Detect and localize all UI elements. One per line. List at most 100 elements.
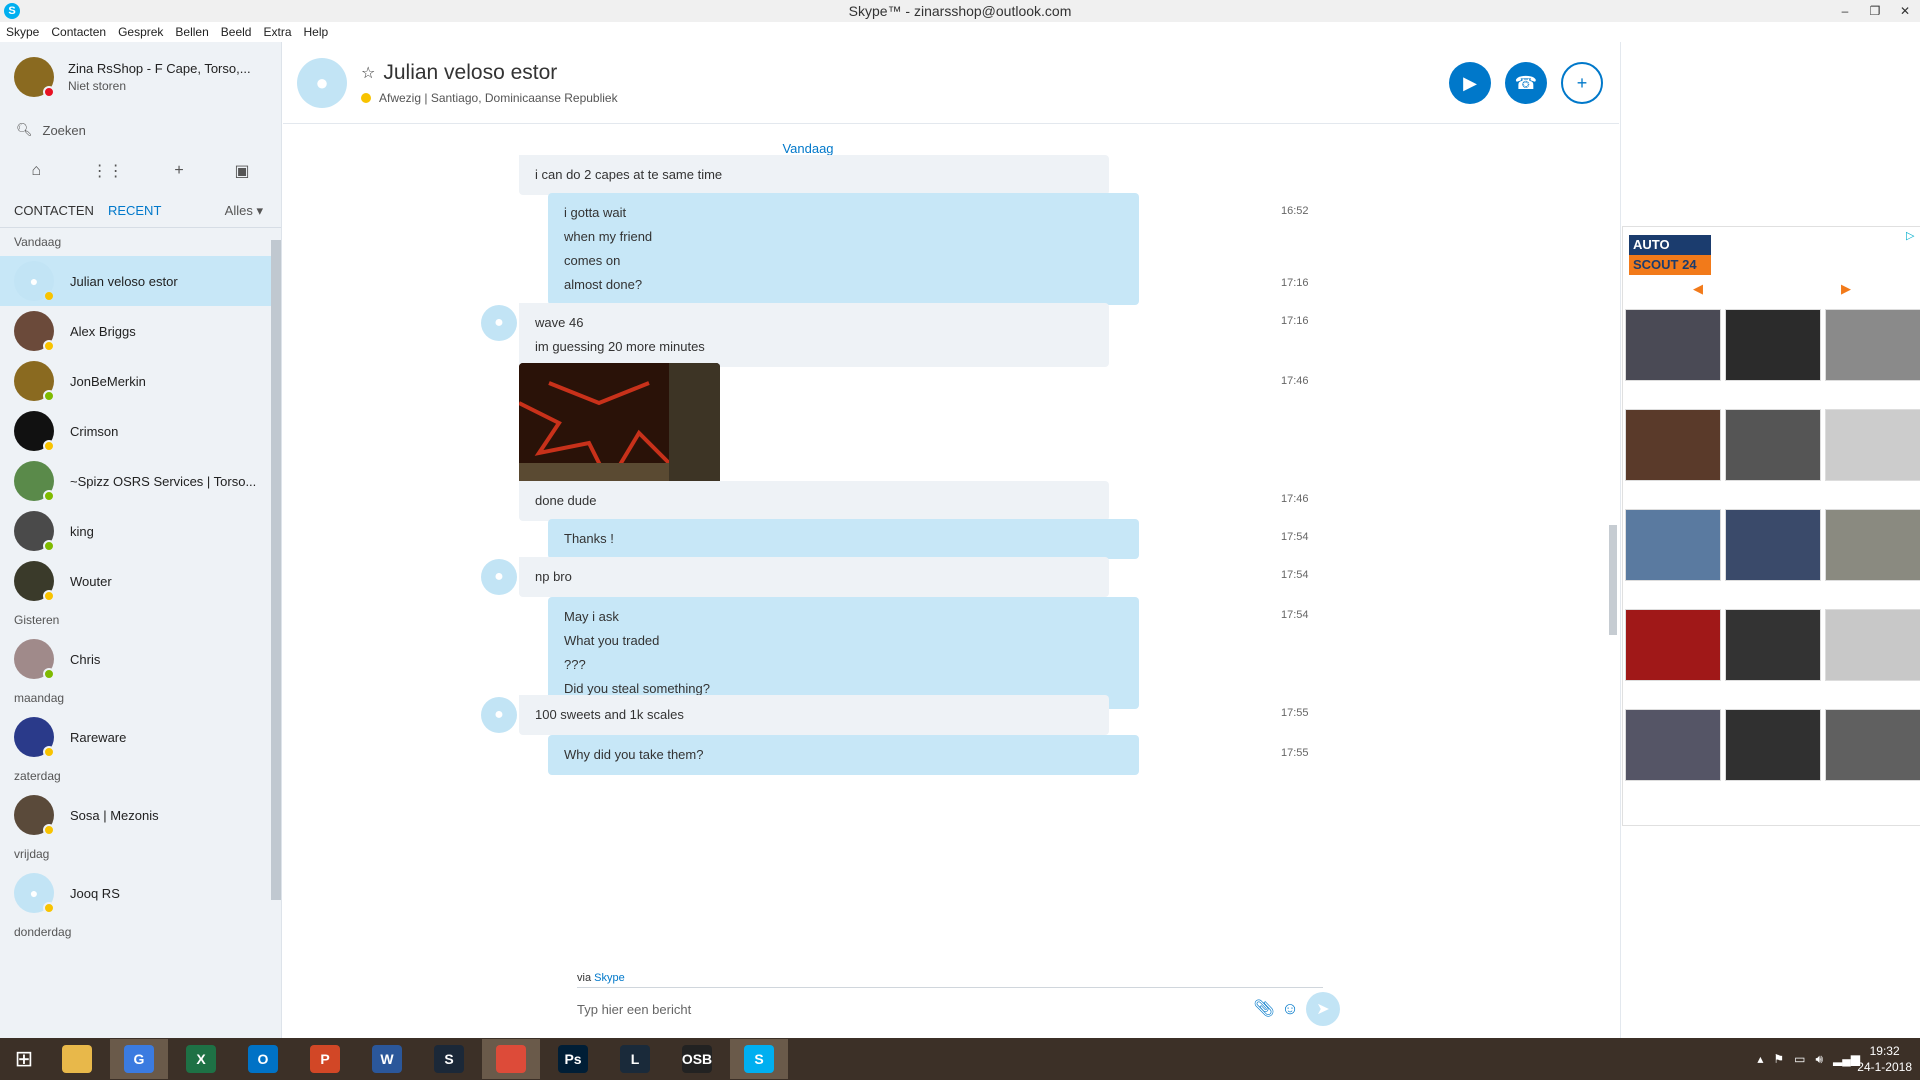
recent-contact-item[interactable]: Rareware [0,712,281,762]
ad-prev-arrow-icon[interactable]: ◀ [1693,281,1703,297]
car-listing-thumbnail[interactable] [1725,509,1821,581]
volume-icon[interactable]: 🔊︎ [1815,1052,1823,1067]
message-input[interactable]: Typ hier een bericht [577,1002,691,1017]
contact-avatar [14,311,55,352]
message-bubble[interactable]: Thanks ! [548,519,1139,559]
recent-contact-item[interactable]: ● Jooq RS [0,868,281,918]
outgoing-message: Thanks ! [548,519,1139,559]
add-icon[interactable]: + [174,162,183,180]
my-profile[interactable]: Zina RsShop - F Cape, Torso,... Niet sto… [0,42,281,112]
add-people-button[interactable]: + [1561,62,1603,104]
car-listing-thumbnail[interactable] [1725,709,1821,781]
contact-card-icon[interactable]: ▣ [234,161,249,181]
search-bar[interactable]: 🔍︎ Zoeken [0,112,281,148]
recent-contact-item[interactable]: ● Julian veloso estor [0,256,281,306]
recent-contact-item[interactable]: Alex Briggs [0,306,281,356]
window-controls: – ❐ ✕ [1830,0,1920,22]
ad-next-arrow-icon[interactable]: ▶ [1841,281,1851,297]
car-listing-thumbnail[interactable] [1625,709,1721,781]
recent-contact-item[interactable]: Wouter [0,556,281,606]
home-icon[interactable]: ⌂ [31,162,41,180]
sender-avatar[interactable]: ● [481,559,517,595]
adchoices-icon[interactable]: ▷ [1906,229,1918,242]
video-call-button[interactable]: ▶ [1449,62,1491,104]
taskbar-chrome[interactable] [482,1039,540,1079]
car-listing-thumbnail[interactable] [1625,509,1721,581]
menu-skype[interactable]: Skype [6,25,39,39]
message-bubble[interactable]: May i ask What you traded??? Did you steal… [548,597,1139,709]
clock[interactable]: 19:32 24-1-2018 [1857,1043,1912,1075]
taskbar-excel[interactable]: X [172,1039,230,1079]
maximize-button[interactable]: ❐ [1860,0,1890,22]
contact-avatar [14,361,55,402]
recent-contact-item[interactable]: ~Spizz OSRS Services | Torso... [0,456,281,506]
sidebar-scrollbar[interactable] [271,240,281,900]
taskbar-osbuddy[interactable]: OSB [668,1039,726,1079]
taskbar-league[interactable]: L [606,1039,664,1079]
message-bubble[interactable]: done dude [519,481,1109,521]
car-listing-thumbnail[interactable] [1725,309,1821,381]
car-listing-thumbnail[interactable] [1825,309,1920,381]
car-listing-thumbnail[interactable] [1825,609,1920,681]
recent-contact-item[interactable]: king [0,506,281,556]
sender-avatar[interactable]: ● [481,305,517,341]
tab-recent[interactable]: RECENT [108,203,161,218]
minimize-button[interactable]: – [1830,0,1860,22]
close-button[interactable]: ✕ [1890,0,1920,22]
car-listing-thumbnail[interactable] [1725,609,1821,681]
monitor-icon[interactable]: ▭ [1794,1052,1805,1066]
taskbar-file-explorer[interactable] [48,1039,106,1079]
autoscout-ad[interactable]: ▷ AUTO SCOUT 24 ◀ ▶ [1622,226,1920,826]
message-line: i gotta wait [564,205,627,220]
recent-contact-item[interactable]: Sosa | Mezonis [0,790,281,840]
tray-up-arrow-icon[interactable]: ▴ [1757,1052,1763,1066]
car-listing-thumbnail[interactable] [1825,409,1920,481]
car-listing-thumbnail[interactable] [1825,509,1920,581]
car-listing-thumbnail[interactable] [1725,409,1821,481]
send-button[interactable]: ➤ [1306,992,1340,1026]
taskbar-powerpoint[interactable]: P [296,1039,354,1079]
message-bubble[interactable]: i can do 2 capes at te same time [519,155,1109,195]
menu-contacten[interactable]: Contacten [51,25,106,39]
incoming-message: i can do 2 capes at te same time [519,155,1109,195]
search-input[interactable]: Zoeken [43,123,86,138]
taskbar-skype[interactable]: S [730,1039,788,1079]
contact-avatar[interactable]: ● [297,57,347,108]
taskbar-steam[interactable]: S [420,1039,478,1079]
signal-icon[interactable]: ▂▄▆ [1833,1052,1860,1066]
car-listing-thumbnail[interactable] [1625,609,1721,681]
audio-call-button[interactable]: ☎ [1505,62,1547,104]
menu-extra[interactable]: Extra [263,25,291,39]
tab-contacts[interactable]: CONTACTEN [14,203,94,218]
message-bubble[interactable]: np bro [519,557,1109,597]
menu-bellen[interactable]: Bellen [175,25,208,39]
taskbar-photoshop[interactable]: Ps [544,1039,602,1079]
favorite-star-icon[interactable]: ☆ [361,63,375,83]
message-bubble[interactable]: 100 sweets and 1k scales [519,695,1109,735]
flag-icon[interactable]: ⚑ [1773,1052,1784,1066]
car-listing-thumbnail[interactable] [1625,309,1721,381]
message-bubble[interactable]: almost done? [548,265,1139,305]
car-listing-thumbnail[interactable] [1625,409,1721,481]
emoticon-icon[interactable]: ☺ [1275,994,1305,1024]
menu-beeld[interactable]: Beeld [221,25,252,39]
taskbar-google[interactable]: G [110,1039,168,1079]
filter-dropdown[interactable]: Alles ▾ [225,203,263,219]
car-listing-thumbnail[interactable] [1825,709,1920,781]
recent-contact-item[interactable]: Chris [0,634,281,684]
windows-start-icon[interactable]: ⊞ [0,1038,48,1080]
message-line: np bro [535,569,572,584]
message-bubble[interactable]: Why did you take them? [548,735,1139,775]
taskbar-outlook[interactable]: O [234,1039,292,1079]
conversation-scrollbar[interactable] [1609,525,1617,635]
message-bubble[interactable]: wave 46 im guessing 20 more minutes [519,303,1109,367]
recent-contact-item[interactable]: JonBeMerkin [0,356,281,406]
message-line: May i ask [564,609,619,624]
menu-help[interactable]: Help [304,25,329,39]
menu-gesprek[interactable]: Gesprek [118,25,163,39]
taskbar-word[interactable]: W [358,1039,416,1079]
recent-contact-item[interactable]: Crimson [0,406,281,456]
dialpad-icon[interactable]: ⋮⋮ [92,161,124,181]
sender-avatar[interactable]: ● [481,697,517,733]
via-skype-link[interactable]: Skype [594,972,625,984]
